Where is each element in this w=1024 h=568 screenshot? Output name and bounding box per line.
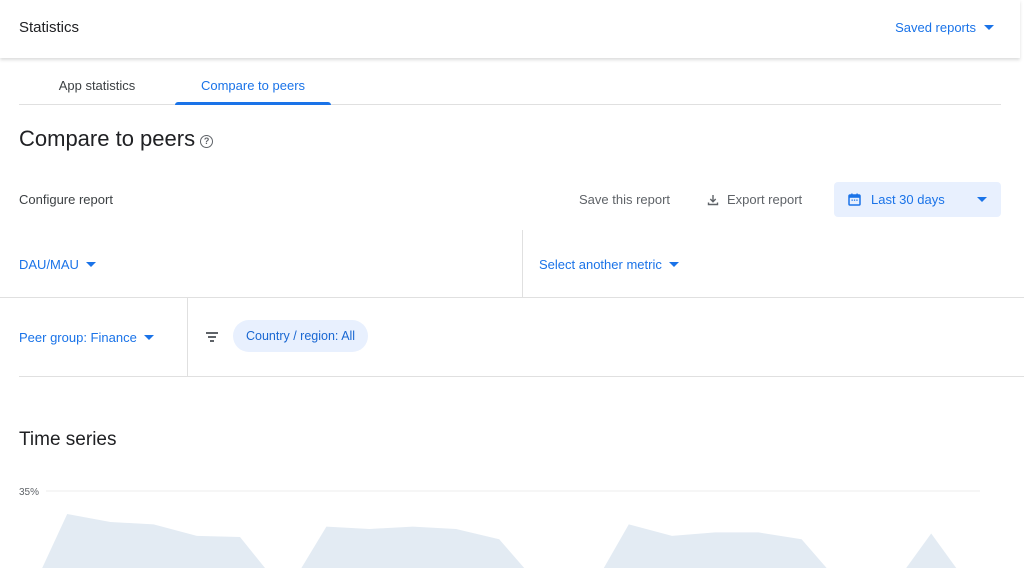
export-report-label: Export report [727, 192, 803, 207]
peer-range-band-segment [42, 514, 266, 568]
filter-row: Peer group: Finance Country / region: Al… [19, 298, 1024, 377]
tab-app-statistics[interactable]: App statistics [36, 66, 158, 104]
country-region-filter-chip[interactable]: Country / region: All [233, 320, 369, 352]
app-title: Statistics [19, 19, 80, 36]
chevron-down-icon [668, 262, 679, 267]
time-series-title: Time series [19, 429, 117, 450]
help-circle-icon[interactable]: ? [200, 134, 214, 148]
configure-report-label: Configure report [19, 192, 113, 207]
calendar-icon [848, 193, 861, 206]
date-range-label: Last 30 days [871, 192, 945, 207]
secondary-metric-label: Select another metric [539, 257, 662, 272]
chart-svg: 35% [19, 487, 980, 568]
chevron-down-icon [977, 197, 987, 202]
filter-icon[interactable] [206, 332, 218, 342]
peer-range-band-segment [603, 524, 827, 568]
tab-bar: App statistics Compare to peers [19, 66, 1001, 105]
chevron-down-icon [143, 335, 154, 340]
export-report-button[interactable]: Export report [707, 192, 802, 207]
chevron-down-icon [85, 262, 96, 267]
page-title-text: Compare to peers [19, 126, 196, 151]
download-icon [707, 194, 719, 205]
saved-reports-label: Saved reports [895, 20, 976, 35]
date-range-button[interactable]: Last 30 days [834, 182, 1001, 217]
peer-group-label: Peer group: Finance [19, 330, 137, 345]
divider [187, 298, 188, 377]
top-app-bar: Statistics Saved reports [0, 0, 1020, 58]
peer-group-dropdown[interactable]: Peer group: Finance [19, 330, 154, 345]
saved-reports-dropdown[interactable]: Saved reports [895, 20, 994, 35]
chevron-down-icon [984, 25, 994, 30]
secondary-metric-dropdown[interactable]: Select another metric [539, 257, 679, 272]
primary-metric-dropdown[interactable]: DAU/MAU [19, 257, 96, 272]
peer-range-band-segment [301, 526, 525, 568]
metric-selector-row: DAU/MAU Select another metric [0, 230, 1024, 298]
time-series-chart: 35% [0, 480, 1024, 568]
save-report-button[interactable]: Save this report [579, 192, 670, 207]
peer-range-band-segment [906, 533, 957, 568]
page-title: Compare to peers ? [19, 126, 214, 152]
divider [522, 230, 523, 298]
y-tick-label: 35% [19, 487, 39, 498]
tab-compare-to-peers[interactable]: Compare to peers [175, 66, 331, 105]
primary-metric-label: DAU/MAU [19, 257, 79, 272]
